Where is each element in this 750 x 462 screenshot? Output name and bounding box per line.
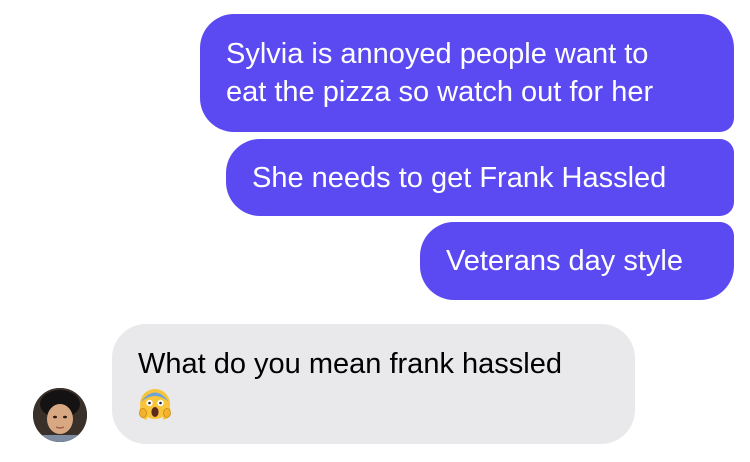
message-thread: Sylvia is annoyed people want to eat the… <box>0 0 750 462</box>
message-text-line: What do you mean frank hassled <box>138 348 562 380</box>
sent-message-bubble[interactable]: Veterans day style <box>420 222 734 300</box>
message-text-line: Veterans day style <box>446 245 683 277</box>
message-text-line: eat the pizza so watch out for her <box>226 76 654 108</box>
sent-message-bubble[interactable]: She needs to get Frank Hassled <box>226 139 734 216</box>
message-text-line: Sylvia is annoyed people want to <box>226 38 649 70</box>
contact-avatar[interactable] <box>33 388 87 442</box>
message-text-line: She needs to get Frank Hassled <box>252 162 667 194</box>
face-screaming-in-fear-icon <box>138 387 172 421</box>
sent-message-bubble[interactable]: Sylvia is annoyed people want to eat the… <box>200 14 734 132</box>
avatar-photo-icon <box>33 388 87 442</box>
received-message-bubble[interactable]: What do you mean frank hassled <box>112 324 635 444</box>
